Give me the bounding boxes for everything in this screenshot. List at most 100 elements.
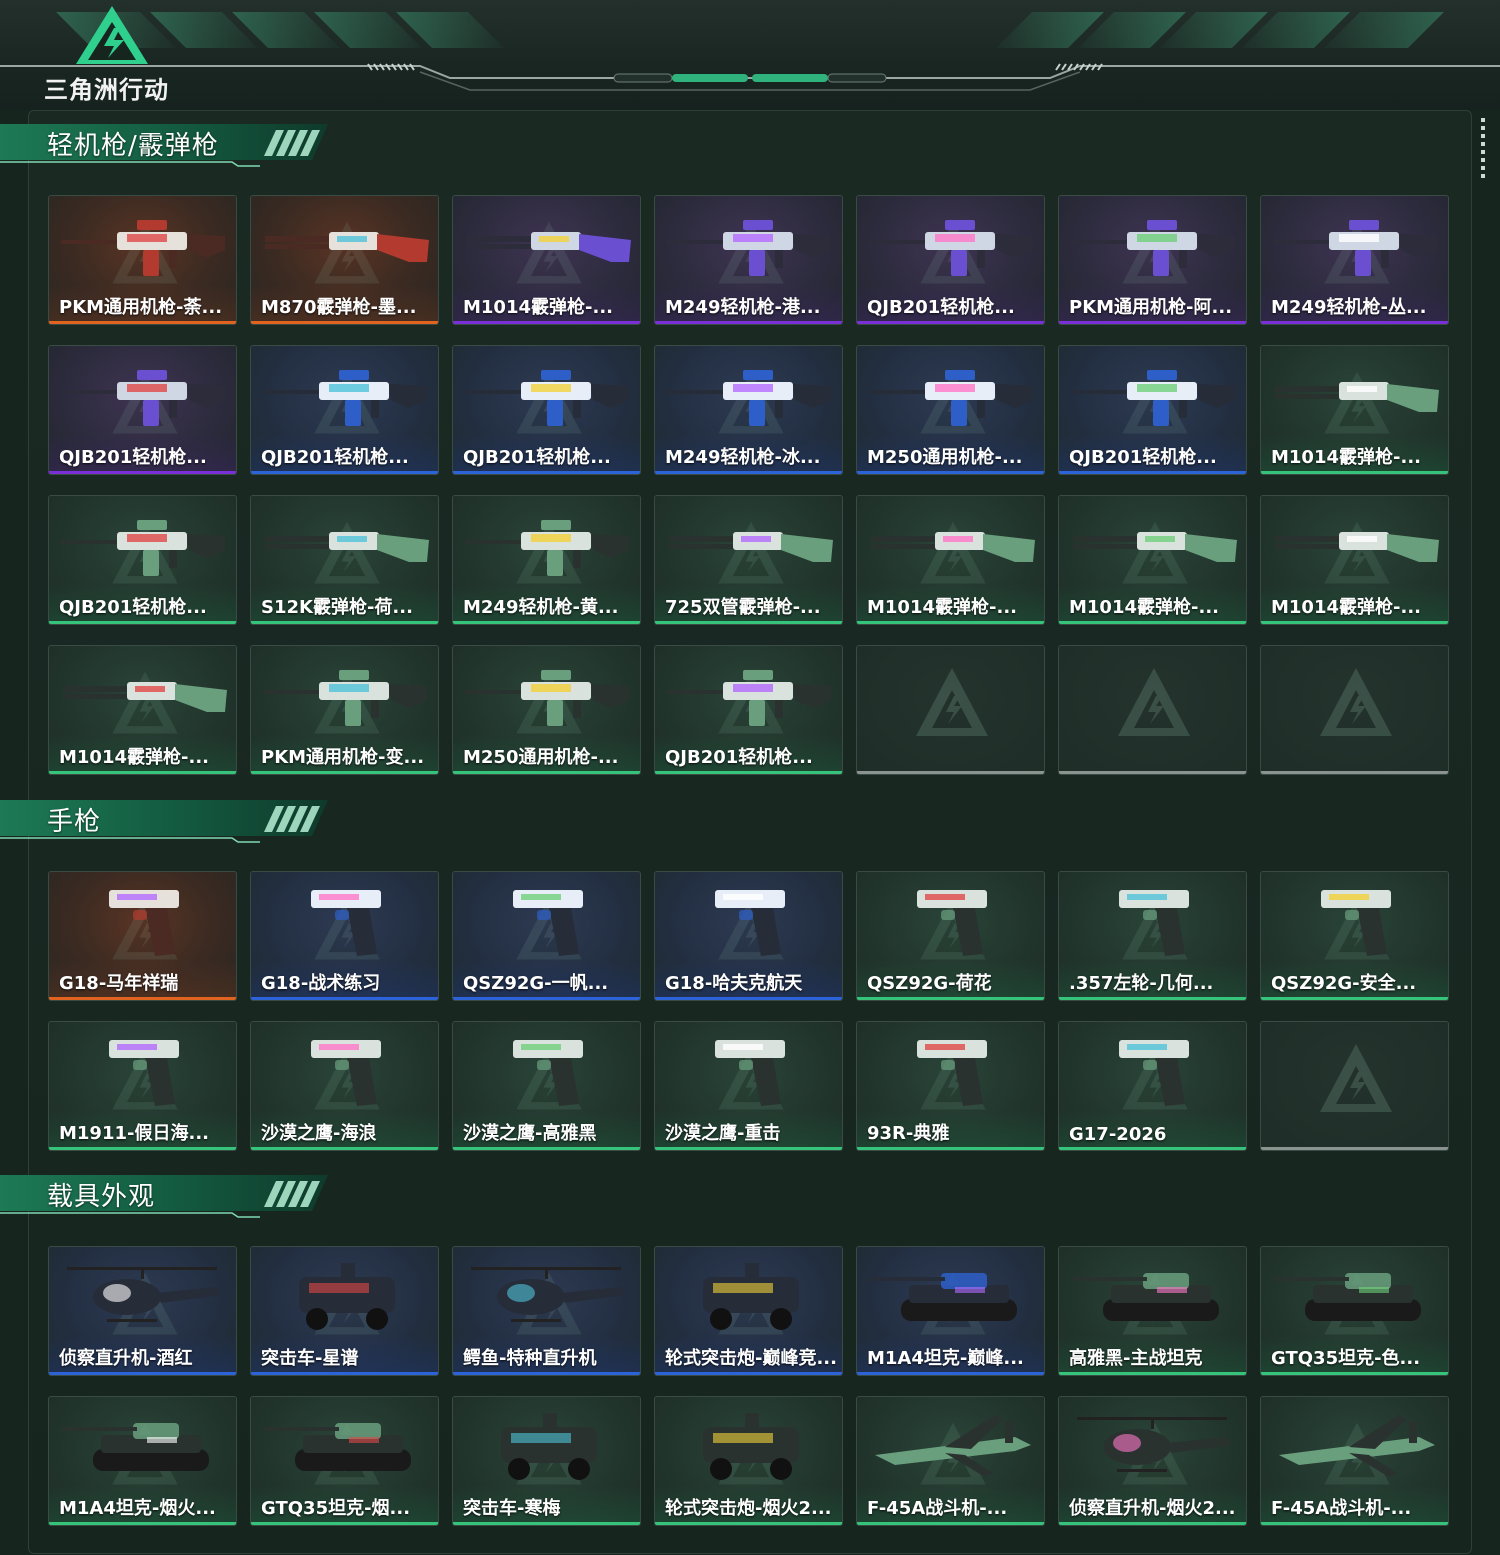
shotgun-icon [259,206,432,286]
item-card[interactable]: QJB201轻机枪... [250,345,439,475]
item-card[interactable]: PKM通用机枪-荼... [48,195,237,325]
item-card[interactable]: G18-战术练习 [250,871,439,1001]
shotgun-icon [57,656,230,736]
item-name: PKM通用机枪-阿... [1069,297,1233,318]
rarity-bar [49,471,236,474]
item-card[interactable]: 沙漠之鹰-高雅黑 [452,1021,641,1151]
machine-gun-icon [461,356,634,436]
rarity-bar [49,1372,236,1375]
item-card[interactable]: 轮式突击炮-烟火2... [654,1396,843,1526]
tank-icon [1067,1257,1240,1337]
item-card[interactable]: M1014霰弹枪-... [1058,495,1247,625]
rarity-bar [655,621,842,624]
item-card[interactable]: QSZ92G-一帆... [452,871,641,1001]
item-name: S12K霰弹枪-荷... [261,597,413,618]
item-card[interactable]: QJB201轻机枪... [654,645,843,775]
item-card[interactable]: F-45A战斗机-... [856,1396,1045,1526]
rarity-bar [453,471,640,474]
item-name: M1911-假日海... [59,1123,209,1144]
rarity-bar [49,1522,236,1525]
item-name: M249轻机枪-港... [665,297,821,318]
item-card[interactable]: M250通用机枪-... [452,645,641,775]
item-card[interactable]: S12K霰弹枪-荷... [250,495,439,625]
item-card[interactable]: M1911-假日海... [48,1021,237,1151]
rarity-bar [251,321,438,324]
item-card[interactable]: PKM通用机枪-阿... [1058,195,1247,325]
item-card[interactable]: G17-2026 [1058,1021,1247,1151]
item-name: PKM通用机枪-变... [261,747,425,768]
item-card[interactable]: GTQ35坦克-色... [1260,1246,1449,1376]
item-card[interactable]: M249轻机枪-港... [654,195,843,325]
item-card[interactable]: PKM通用机枪-变... [250,645,439,775]
item-card[interactable]: QJB201轻机枪... [452,345,641,475]
item-card[interactable]: .357左轮-几何... [1058,871,1247,1001]
item-card[interactable]: M250通用机枪-... [856,345,1045,475]
item-card[interactable]: M1014霰弹枪-... [1260,495,1449,625]
item-card[interactable]: M249轻机枪-丛... [1260,195,1449,325]
item-name: M250通用机枪-... [867,447,1023,468]
scroll-indicator[interactable] [1481,118,1485,178]
item-card[interactable]: QJB201轻机枪... [48,345,237,475]
item-card[interactable]: M1014霰弹枪-... [452,195,641,325]
item-card[interactable]: M1A4坦克-巅峰... [856,1246,1045,1376]
item-card[interactable]: M1014霰弹枪-... [856,495,1045,625]
item-card[interactable]: 93R-典雅 [856,1021,1045,1151]
empty-item-slot [856,645,1045,775]
rarity-bar [1261,471,1448,474]
item-card[interactable]: QSZ92G-荷花 [856,871,1045,1001]
tank-icon [1269,1257,1442,1337]
item-name: 725双管霰弹枪-... [665,597,821,618]
item-card[interactable]: M870霰弹枪-墨... [250,195,439,325]
rarity-bar [251,471,438,474]
item-card[interactable]: 鳄鱼-特种直升机 [452,1246,641,1376]
armored-car-icon [259,1257,432,1337]
rarity-bar [453,1372,640,1375]
item-name: QJB201轻机枪... [59,597,207,618]
item-card[interactable]: 725双管霰弹枪-... [654,495,843,625]
item-card[interactable]: M249轻机枪-冰... [654,345,843,475]
item-name: GTQ35坦克-色... [1271,1348,1421,1369]
item-name: PKM通用机枪-荼... [59,297,223,318]
item-card[interactable]: 高雅黑-主战坦克 [1058,1246,1247,1376]
item-card[interactable]: 沙漠之鹰-重击 [654,1021,843,1151]
item-card[interactable]: 侦察直升机-酒红 [48,1246,237,1376]
section-header: 载具外观 [0,1169,330,1221]
item-card[interactable]: M249轻机枪-黄... [452,495,641,625]
rarity-bar [251,1372,438,1375]
item-card[interactable]: 轮式突击炮-巅峰竞... [654,1246,843,1376]
item-card[interactable]: QJB201轻机枪... [48,495,237,625]
machine-gun-icon [57,206,230,286]
item-card[interactable]: 突击车-寒梅 [452,1396,641,1526]
section-header: 轻机枪/霰弹枪 [0,118,330,170]
delta-watermark-icon [912,664,992,752]
item-name: M249轻机枪-丛... [1271,297,1427,318]
item-name: .357左轮-几何... [1069,973,1214,994]
item-card[interactable]: 突击车-星谱 [250,1246,439,1376]
item-name: M1014霰弹枪-... [463,297,613,318]
item-card[interactable]: M1014霰弹枪-... [1260,345,1449,475]
rarity-bar [857,321,1044,324]
item-name: M249轻机枪-黄... [463,597,619,618]
item-card[interactable]: QJB201轻机枪... [856,195,1045,325]
item-card[interactable]: QJB201轻机枪... [1058,345,1247,475]
item-card[interactable]: GTQ35坦克-烟... [250,1396,439,1526]
item-name: 鳄鱼-特种直升机 [463,1348,597,1369]
item-card[interactable]: 侦察直升机-烟火2... [1058,1396,1247,1526]
item-card[interactable]: G18-马年祥瑞 [48,871,237,1001]
pistol-icon [865,882,1038,962]
item-card[interactable]: F-45A战斗机-... [1260,1396,1449,1526]
item-card[interactable]: M1A4坦克-烟火... [48,1396,237,1526]
rarity-bar [453,771,640,774]
item-card[interactable]: M1014霰弹枪-... [48,645,237,775]
item-card[interactable]: G18-哈夫克航天 [654,871,843,1001]
item-name: 高雅黑-主战坦克 [1069,1348,1203,1369]
item-name: M1014霰弹枪-... [1271,447,1421,468]
item-card[interactable]: 沙漠之鹰-海浪 [250,1021,439,1151]
empty-item-slot [1260,1021,1449,1151]
shotgun-icon [259,506,432,586]
item-card[interactable]: QSZ92G-安全... [1260,871,1449,1001]
rarity-bar [857,471,1044,474]
rarity-bar [1059,997,1246,1000]
item-name: QSZ92G-安全... [1271,973,1417,994]
rarity-bar [49,997,236,1000]
